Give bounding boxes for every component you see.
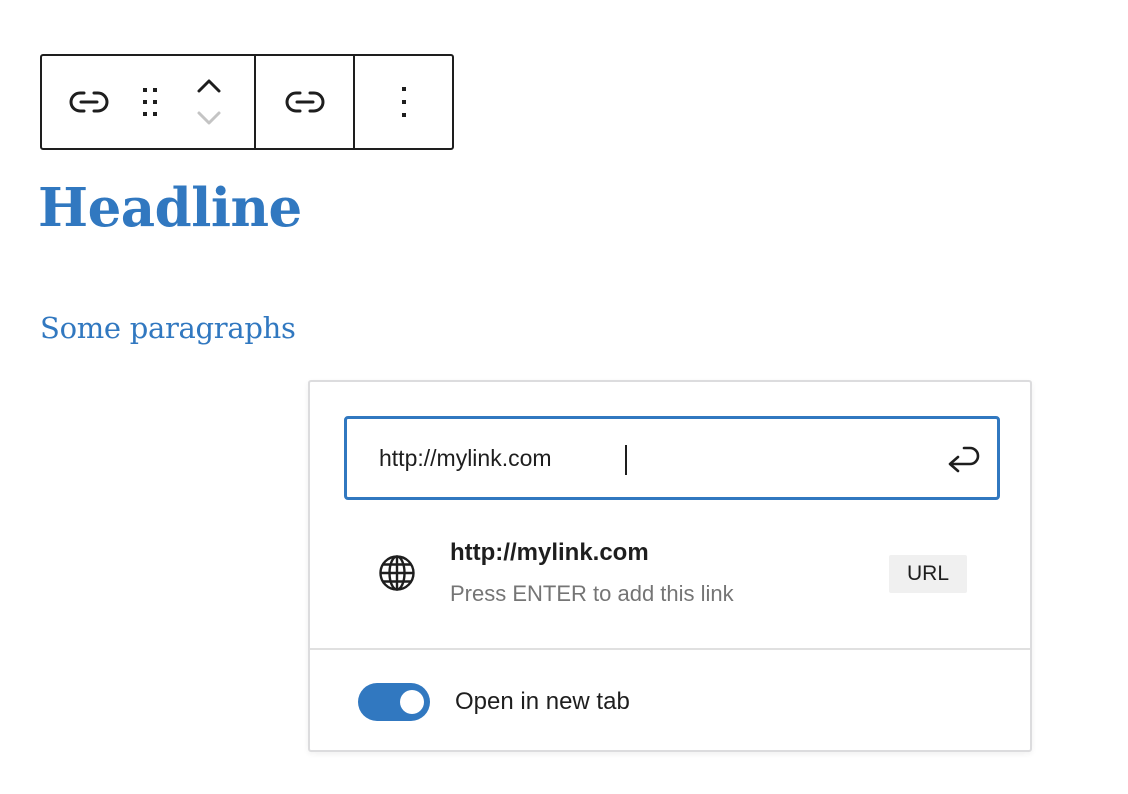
open-in-new-tab-toggle[interactable] — [358, 683, 430, 721]
submit-link-button[interactable] — [941, 437, 985, 481]
chevron-up-icon — [197, 79, 221, 93]
link-suggestion[interactable]: http://mylink.com Press ENTER to add thi… — [346, 526, 998, 618]
drag-handle-button[interactable] — [136, 56, 164, 148]
enter-return-icon — [948, 446, 980, 473]
move-up-button[interactable] — [196, 74, 222, 98]
toolbar-group-block — [42, 56, 254, 148]
paragraph-block[interactable]: Some paragraphs — [40, 308, 296, 348]
url-input[interactable] — [379, 419, 919, 497]
toggle-knob — [400, 690, 424, 714]
block-movers — [164, 56, 254, 148]
options-button[interactable] — [355, 56, 452, 148]
link-icon — [69, 91, 109, 113]
drag-handle-icon — [143, 88, 157, 116]
text-cursor — [625, 445, 627, 475]
link-icon — [285, 91, 324, 113]
block-toolbar — [40, 54, 454, 150]
url-input-field — [344, 416, 1000, 500]
headline-block[interactable]: Headline — [38, 172, 302, 244]
link-settings: Open in new tab — [358, 682, 630, 722]
toolbar-group-options — [353, 56, 452, 148]
more-vertical-icon — [401, 87, 406, 117]
suggestion-info: Press ENTER to add this link — [450, 581, 734, 606]
open-in-new-tab-label[interactable]: Open in new tab — [455, 688, 630, 716]
globe-icon — [379, 555, 415, 591]
move-down-button[interactable] — [196, 106, 222, 130]
block-type-button[interactable] — [42, 56, 136, 148]
suggestion-title: http://mylink.com — [450, 539, 649, 566]
toolbar-group-format — [254, 56, 353, 148]
editor-canvas: Headline Some paragraphs http://mylink.c… — [0, 0, 1128, 794]
divider — [310, 648, 1030, 650]
link-popover: http://mylink.com Press ENTER to add thi… — [308, 380, 1032, 752]
link-button[interactable] — [256, 56, 353, 148]
chevron-down-icon — [197, 111, 221, 125]
suggestion-type-badge: URL — [889, 555, 967, 593]
